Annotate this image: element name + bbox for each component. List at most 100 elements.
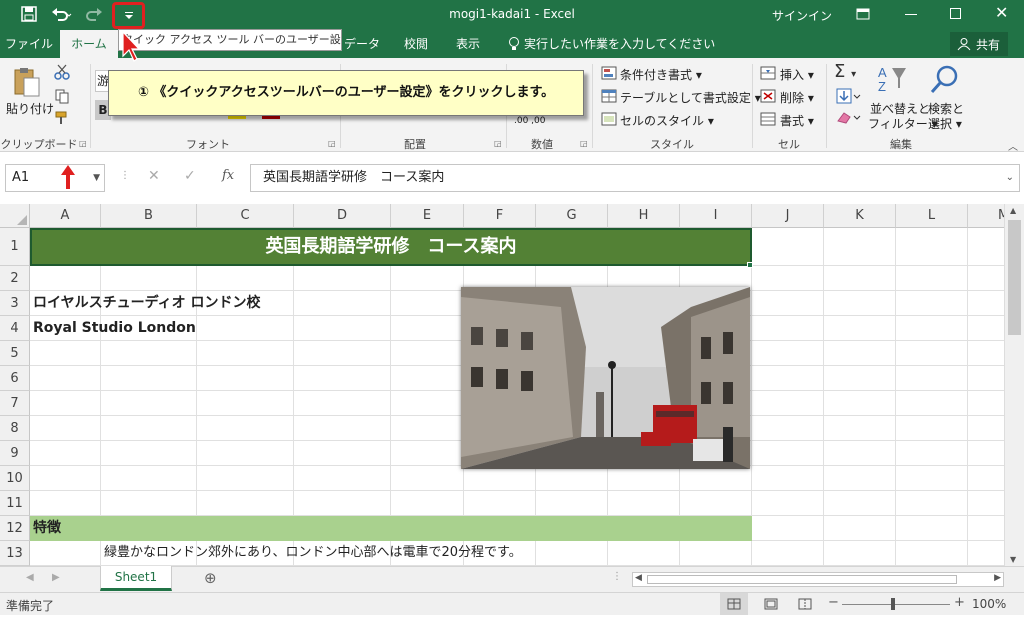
page-break-icon[interactable] bbox=[798, 598, 812, 613]
row-header[interactable]: 4 bbox=[0, 316, 30, 341]
normal-view-icon[interactable] bbox=[720, 593, 748, 615]
redo-icon[interactable] bbox=[84, 5, 106, 26]
scroll-down-icon[interactable]: ▼ bbox=[1010, 555, 1016, 564]
format-as-table-button[interactable]: テーブルとして書式設定 ▾ bbox=[620, 89, 761, 106]
tab-file[interactable]: ファイル bbox=[0, 30, 58, 58]
maximize-icon[interactable] bbox=[950, 8, 961, 19]
scroll-left-icon[interactable]: ◀ bbox=[635, 573, 642, 583]
delete-cells-button[interactable]: 削除 ▾ bbox=[780, 89, 814, 106]
dialog-launcher-icon[interactable]: ◲ bbox=[79, 139, 87, 148]
scroll-right-icon[interactable]: ▶ bbox=[994, 573, 1001, 583]
row-header[interactable]: 5 bbox=[0, 341, 30, 366]
add-sheet-icon[interactable]: ⊕ bbox=[204, 569, 217, 587]
tab-data[interactable]: データ bbox=[340, 30, 384, 58]
row-header[interactable]: 10 bbox=[0, 466, 30, 491]
zoom-out-icon[interactable]: − bbox=[828, 595, 839, 610]
insert-cells-button[interactable]: 挿入 ▾ bbox=[780, 66, 814, 83]
expand-formula-icon[interactable]: ⌄ bbox=[1006, 165, 1014, 191]
column-header[interactable]: J bbox=[752, 204, 824, 228]
page-layout-icon[interactable] bbox=[764, 598, 778, 613]
scroll-up-icon[interactable]: ▲ bbox=[1010, 206, 1016, 215]
row-header[interactable]: 11 bbox=[0, 491, 30, 516]
sheet-tab[interactable]: Sheet1 bbox=[100, 566, 172, 591]
column-header[interactable]: E bbox=[391, 204, 464, 228]
select-all-button[interactable] bbox=[0, 204, 30, 228]
zoom-slider-thumb[interactable] bbox=[891, 598, 895, 610]
column-header[interactable]: B bbox=[101, 204, 197, 228]
horizontal-scrollbar[interactable]: ◀ ▶ bbox=[632, 572, 1004, 587]
column-header[interactable]: M bbox=[968, 204, 1004, 228]
feature-header-cell[interactable]: 特徴 bbox=[30, 516, 752, 541]
fill-icon[interactable] bbox=[836, 88, 862, 107]
paste-label[interactable]: 貼り付け bbox=[6, 100, 54, 117]
save-icon[interactable] bbox=[20, 5, 38, 26]
column-header[interactable]: G bbox=[536, 204, 608, 228]
column-header[interactable]: F bbox=[464, 204, 536, 228]
zoom-slider[interactable] bbox=[842, 604, 950, 605]
row-header[interactable]: 2 bbox=[0, 266, 30, 291]
column-header[interactable]: L bbox=[896, 204, 968, 228]
collapse-ribbon-icon[interactable]: ︿ bbox=[1008, 138, 1018, 153]
share-button[interactable]: 共有 bbox=[950, 32, 1008, 56]
format-as-table-icon[interactable] bbox=[601, 89, 617, 106]
formula-input[interactable]: 英国長期語学研修 コース案内 ⌄ bbox=[250, 164, 1020, 192]
chevron-down-icon[interactable]: ▼ bbox=[93, 165, 100, 191]
dialog-launcher-icon[interactable]: ◲ bbox=[494, 139, 502, 148]
clear-icon[interactable] bbox=[836, 111, 862, 128]
ribbon-display-icon[interactable] bbox=[856, 8, 870, 23]
column-header[interactable]: D bbox=[294, 204, 391, 228]
close-icon[interactable]: ✕ bbox=[995, 3, 1008, 22]
row-header[interactable]: 8 bbox=[0, 416, 30, 441]
dialog-launcher-icon[interactable]: ◲ bbox=[328, 139, 336, 148]
scroll-thumb[interactable] bbox=[1008, 220, 1021, 335]
fill-handle[interactable] bbox=[747, 262, 753, 268]
row-header[interactable]: 13 bbox=[0, 541, 30, 566]
row-header[interactable]: 12 bbox=[0, 516, 30, 541]
enter-icon[interactable]: ✓ bbox=[184, 168, 196, 184]
search-icon[interactable] bbox=[930, 64, 960, 97]
tell-me-box[interactable]: 実行したい作業を入力してください bbox=[524, 30, 715, 58]
row-header[interactable]: 7 bbox=[0, 391, 30, 416]
autosum-icon[interactable]: Σ ▾ bbox=[834, 61, 856, 82]
scroll-thumb[interactable] bbox=[647, 575, 957, 584]
format-cells-button[interactable]: 書式 ▾ bbox=[780, 112, 814, 129]
row-header[interactable]: 6 bbox=[0, 366, 30, 391]
fx-icon[interactable]: fx bbox=[222, 168, 234, 183]
name-box[interactable]: A1 ▼ bbox=[5, 164, 105, 192]
feature-description[interactable]: 緑豊かなロンドン郊外にあり、ロンドン中心部へは電車で20分程です。 bbox=[104, 541, 522, 566]
dialog-launcher-icon[interactable]: ◲ bbox=[580, 139, 588, 148]
minimize-icon[interactable] bbox=[905, 14, 917, 15]
find-select-button[interactable]: 選択 ▾ bbox=[928, 115, 962, 132]
tab-home[interactable]: ホーム bbox=[60, 30, 118, 58]
undo-icon[interactable] bbox=[50, 5, 72, 26]
delete-cells-icon[interactable] bbox=[760, 89, 776, 106]
prev-sheet-icon[interactable]: ◀ bbox=[26, 572, 34, 583]
column-header[interactable]: H bbox=[608, 204, 680, 228]
tab-view[interactable]: 表示 bbox=[446, 30, 490, 58]
column-header[interactable]: I bbox=[680, 204, 752, 228]
column-header[interactable]: C bbox=[197, 204, 294, 228]
conditional-format-icon[interactable] bbox=[601, 66, 617, 83]
london-street-photo[interactable] bbox=[461, 287, 750, 469]
font-name-box[interactable]: 游 bbox=[95, 70, 109, 92]
sheet-title-cell[interactable]: 英国長期語学研修 コース案内 bbox=[30, 228, 752, 266]
tab-review[interactable]: 校閲 bbox=[394, 30, 438, 58]
conditional-format-button[interactable]: 条件付き書式 ▾ bbox=[620, 66, 702, 83]
customize-qat-button[interactable] bbox=[112, 2, 145, 29]
zoom-level[interactable]: 100% bbox=[972, 597, 1006, 611]
next-sheet-icon[interactable]: ▶ bbox=[52, 572, 60, 583]
insert-cells-icon[interactable] bbox=[760, 66, 776, 83]
cell-styles-icon[interactable] bbox=[601, 112, 617, 129]
vertical-scrollbar[interactable]: ▲ ▼ bbox=[1004, 204, 1024, 566]
format-painter-icon[interactable] bbox=[54, 110, 70, 129]
decimal-icons[interactable]: .00 ,00 bbox=[514, 116, 546, 126]
column-header[interactable]: A bbox=[30, 204, 101, 228]
column-header[interactable]: K bbox=[824, 204, 896, 228]
row-header[interactable]: 9 bbox=[0, 441, 30, 466]
cut-icon[interactable] bbox=[54, 64, 70, 83]
zoom-in-icon[interactable]: + bbox=[954, 595, 965, 610]
school-name-en[interactable]: Royal Studio London bbox=[33, 316, 196, 341]
sort-filter-icon[interactable]: AZ bbox=[876, 64, 908, 97]
cell-styles-button[interactable]: セルのスタイル ▾ bbox=[620, 112, 714, 129]
row-header[interactable]: 1 bbox=[0, 228, 30, 266]
